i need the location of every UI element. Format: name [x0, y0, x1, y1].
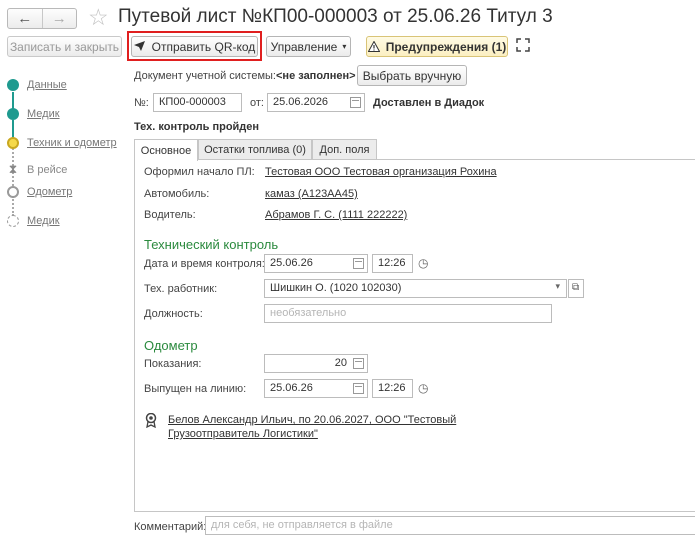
number-field[interactable]: КП00-000003	[153, 93, 242, 112]
step-medic-final[interactable]: Медик	[7, 215, 60, 227]
send-qr-button[interactable]: Отправить QR-код	[131, 36, 258, 57]
tab-fuel[interactable]: Остатки топлива (0)	[198, 139, 312, 160]
step-label: Медик	[27, 108, 60, 120]
step-label: Техник и одометр	[27, 137, 117, 149]
step-data[interactable]: Данные	[7, 79, 67, 91]
comment-label: Комментарий:	[134, 521, 207, 533]
choose-manually-button[interactable]: Выбрать вручную	[357, 65, 467, 86]
step-future-icon	[7, 215, 19, 227]
worker-label: Тех. работник:	[144, 283, 218, 295]
warnings-label: Предупреждения (1)	[385, 39, 507, 54]
control-time-field[interactable]: 12:26	[372, 254, 413, 273]
step-current-icon	[7, 137, 19, 149]
open-card-icon: ⧉	[572, 282, 580, 293]
comment-field[interactable]: для себя, не отправляется в файле	[205, 516, 695, 535]
calendar-icon[interactable]	[353, 258, 364, 269]
control-date-field[interactable]: 25.06.26	[264, 254, 368, 273]
calculator-icon[interactable]	[353, 358, 364, 369]
issued-value-link[interactable]: Тестовая ООО Тестовая организация Рохина	[265, 166, 497, 178]
step-connector	[12, 120, 14, 138]
reading-value: 20	[334, 357, 347, 369]
signer-link-line2[interactable]: Грузоотправитель Логистики"	[168, 428, 318, 440]
date-label: от:	[250, 97, 264, 109]
position-label: Должность:	[144, 308, 203, 320]
expand-icon[interactable]	[516, 38, 530, 55]
back-button[interactable]: ←	[8, 9, 42, 28]
favorite-star-icon[interactable]: ☆	[88, 5, 109, 29]
calendar-icon[interactable]	[350, 97, 361, 108]
clock-icon[interactable]: ◷	[418, 256, 428, 270]
step-in-trip: ⧗ В рейсе	[7, 162, 68, 177]
issued-label: Оформил начало ПЛ:	[144, 166, 255, 178]
released-label: Выпущен на линию:	[144, 383, 247, 395]
account-doc-value: <не заполнен>	[276, 70, 356, 82]
manage-label: Управление	[270, 39, 338, 54]
page-title: Путевой лист №КП00-000003 от 25.06.26 Ти…	[118, 6, 553, 27]
chevron-down-icon: ▾	[342, 42, 347, 51]
tab-main[interactable]: Основное	[134, 139, 198, 161]
step-technician-odometer[interactable]: Техник и одометр	[7, 137, 117, 149]
worker-value: Шишкин О. (1020 102030)	[270, 282, 402, 294]
chevron-down-icon[interactable]: ▾	[555, 281, 560, 292]
hourglass-icon: ⧗	[8, 162, 18, 176]
account-doc-label: Документ учетной системы:	[134, 70, 276, 82]
released-date-field[interactable]: 25.06.26	[264, 379, 368, 398]
navigation-buttons: ← →	[7, 8, 77, 29]
odometer-heading: Одометр	[144, 338, 198, 353]
date-value: 25.06.2026	[273, 96, 329, 108]
calendar-icon[interactable]	[353, 383, 364, 394]
save-and-close-button[interactable]: Записать и закрыть	[7, 36, 122, 57]
signer-link-line1[interactable]: Белов Александр Ильич, по 20.06.2027, ОО…	[168, 414, 456, 426]
step-label: Медик	[27, 215, 60, 227]
step-done-icon	[7, 79, 19, 91]
tech-control-status: Тех. контроль пройден	[134, 121, 260, 133]
step-pending-icon	[7, 186, 19, 198]
car-label: Автомобиль:	[144, 188, 210, 200]
signature-seal-icon	[145, 412, 157, 431]
driver-value-link[interactable]: Абрамов Г. С. (1111 222222)	[265, 209, 407, 221]
step-odometer[interactable]: Одометр	[7, 186, 72, 198]
step-connector	[12, 196, 14, 216]
step-label: В рейсе	[27, 163, 68, 176]
clock-icon[interactable]: ◷	[418, 381, 428, 395]
control-date-value: 25.06.26	[270, 257, 313, 269]
manage-menu-button[interactable]: Управление ▾	[266, 36, 351, 57]
step-medic[interactable]: Медик	[7, 108, 60, 120]
open-worker-button[interactable]: ⧉	[568, 279, 584, 298]
step-label: Одометр	[27, 186, 73, 198]
warnings-button[interactable]: Предупреждения (1)	[366, 36, 508, 57]
step-done-icon	[7, 108, 19, 120]
tab-panel	[134, 159, 695, 512]
tab-extra-fields[interactable]: Доп. поля	[312, 139, 377, 160]
send-qr-label: Отправить QR-код	[151, 39, 256, 54]
reading-label: Показания:	[144, 358, 202, 370]
car-value-link[interactable]: камаз (А123АА45)	[265, 188, 358, 200]
step-label: Данные	[27, 79, 67, 91]
delivery-status: Доставлен в Диадок	[373, 97, 485, 109]
released-date-value: 25.06.26	[270, 382, 313, 394]
number-label: №:	[134, 97, 149, 109]
released-time-field[interactable]: 12:26	[372, 379, 413, 398]
tech-control-heading: Технический контроль	[144, 237, 279, 252]
position-field[interactable]: необязательно	[264, 304, 552, 323]
send-icon	[133, 40, 145, 54]
date-field[interactable]: 25.06.2026	[267, 93, 365, 112]
forward-button[interactable]: →	[41, 9, 77, 28]
driver-label: Водитель:	[144, 209, 196, 221]
control-datetime-label: Дата и время контроля:	[144, 258, 265, 270]
warning-icon	[367, 41, 380, 52]
reading-field[interactable]: 20	[264, 354, 368, 373]
worker-field[interactable]: Шишкин О. (1020 102030) ▾	[264, 279, 567, 298]
